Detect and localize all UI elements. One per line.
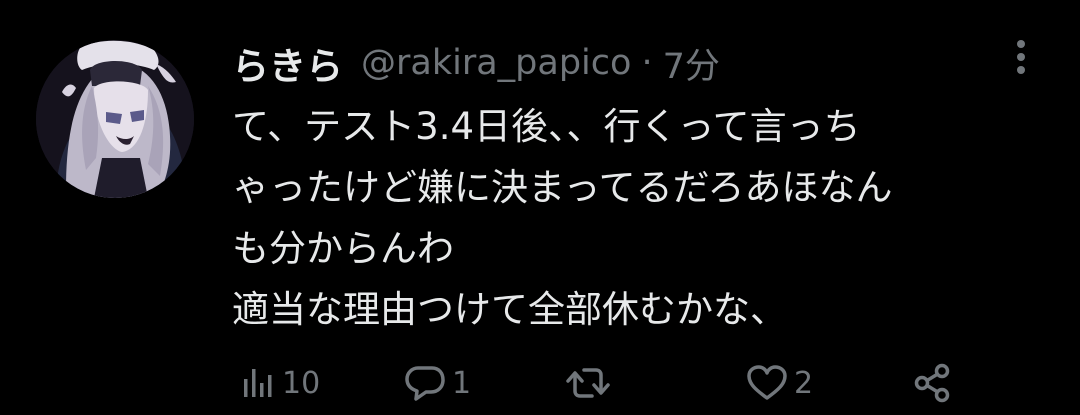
avatar[interactable] [36,40,194,198]
user-handle[interactable]: @rakira_papico [361,43,631,83]
speech-bubble-icon [405,366,445,401]
display-name[interactable]: らきら [232,36,343,90]
share-button[interactable] [912,358,952,408]
tweet-text-line: て、テスト3.4日後、、行くって言っち [232,105,861,148]
retweet-icon [566,368,610,398]
tweet-text: て、テスト3.4日後、、行くって言っち ゃったけど嫌に決まってるだろあほなん も… [232,96,1052,340]
more-options-icon[interactable] [1008,38,1034,78]
views-button[interactable]: 10 [240,358,320,408]
tweet-text-line: ゃったけど嫌に決まってるだろあほなん [232,166,893,209]
like-count: 2 [794,365,814,401]
reply-count: 1 [452,365,472,401]
share-icon [914,363,950,403]
tweet-text-line: も分からんわ [232,227,454,270]
tweet[interactable]: らきら @rakira_papico · 7分 て、テスト3.4日後、、行くって… [0,0,1080,415]
separator-dot: · [641,43,653,83]
tweet-header: らきら @rakira_papico · 7分 [232,38,720,88]
action-bar: 10 1 2 [0,358,1080,408]
timestamp[interactable]: 7分 [663,38,720,89]
heart-icon [747,365,787,400]
like-button[interactable]: 2 [746,358,813,408]
bar-chart-icon [244,369,272,397]
retweet-button[interactable] [566,358,616,408]
reply-button[interactable]: 1 [404,358,471,408]
views-count: 10 [282,365,321,401]
tweet-text-line: 適当な理由つけて全部休むかな、 [232,288,787,331]
avatar-illustration [36,40,194,198]
